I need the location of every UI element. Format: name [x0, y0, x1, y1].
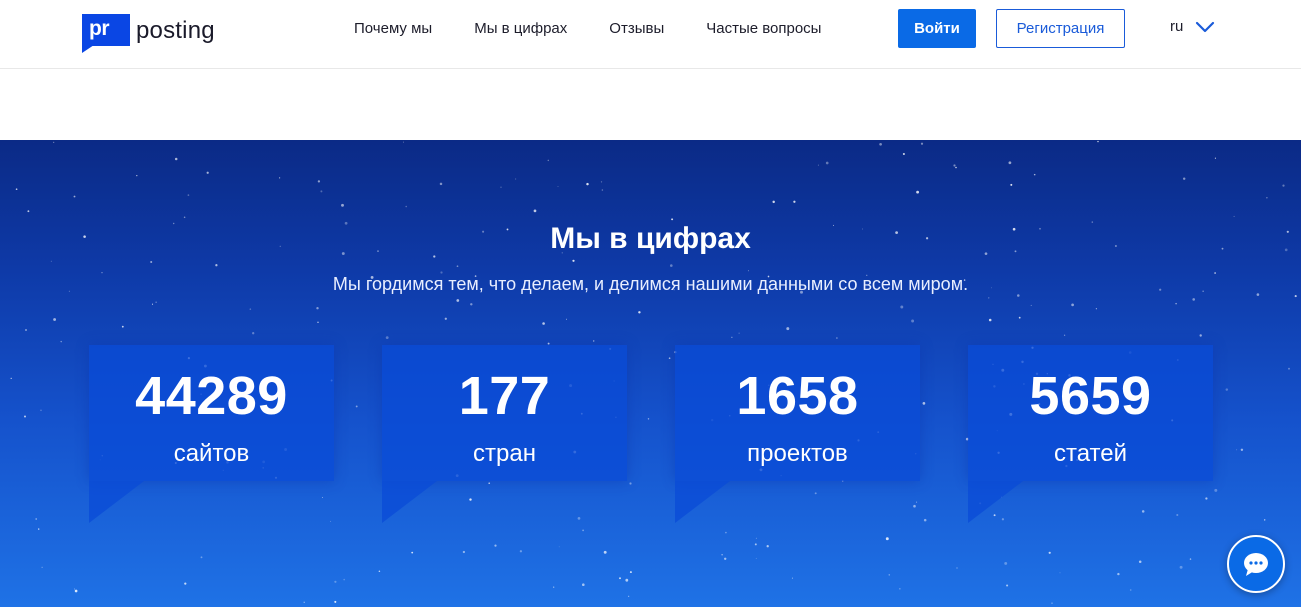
chevron-down-icon [1196, 21, 1215, 32]
stat-value: 177 [458, 366, 551, 426]
stat-label: статей [1053, 440, 1128, 467]
chat-button[interactable] [1227, 535, 1285, 593]
stat-card-sites: 44289 сайтов [89, 345, 334, 523]
chat-bubble-icon [1244, 553, 1268, 576]
stat-card-projects: 1658 проектов [675, 345, 920, 523]
logo-mark: pr [82, 14, 130, 53]
language-label: ru [1170, 18, 1184, 35]
stat-card-tail [675, 481, 730, 523]
stat-value: 1658 [736, 366, 859, 426]
register-button[interactable]: Регистрация [996, 9, 1125, 48]
stat-card-tail [89, 481, 144, 523]
logo-text: posting [136, 17, 215, 44]
site-header: pr posting Почему мы Мы в цифрах Отзывы … [0, 0, 1301, 69]
stat-value: 5659 [1029, 366, 1152, 426]
nav-item-why-us[interactable]: Почему мы [354, 20, 432, 38]
section-subtitle: Мы гордимся тем, что делаем, и делимся н… [332, 274, 969, 294]
stat-card-tail [382, 481, 437, 523]
section-title: Мы в цифрах [550, 222, 751, 255]
stat-card-countries: 177 стран [382, 345, 627, 523]
logo-mark-tail [82, 45, 94, 53]
main-nav: Почему мы Мы в цифрах Отзывы Частые вопр… [354, 20, 863, 38]
stat-card-articles: 5659 статей [968, 345, 1213, 523]
stat-card-tail [968, 481, 1023, 523]
stats-section: Мы в цифрах Мы гордимся тем, что делаем,… [0, 140, 1301, 607]
stat-label: проектов [747, 440, 848, 467]
stat-value: 44289 [135, 366, 288, 426]
nav-item-reviews[interactable]: Отзывы [609, 20, 664, 38]
nav-item-in-numbers[interactable]: Мы в цифрах [474, 20, 567, 38]
stat-label: сайтов [173, 440, 250, 467]
logo[interactable]: pr posting [82, 14, 215, 53]
language-selector[interactable]: ru [1170, 18, 1215, 35]
logo-mark-text: pr [82, 14, 130, 46]
stat-label: стран [473, 440, 536, 467]
login-button[interactable]: Войти [898, 9, 976, 48]
nav-item-faq[interactable]: Частые вопросы [706, 20, 821, 38]
